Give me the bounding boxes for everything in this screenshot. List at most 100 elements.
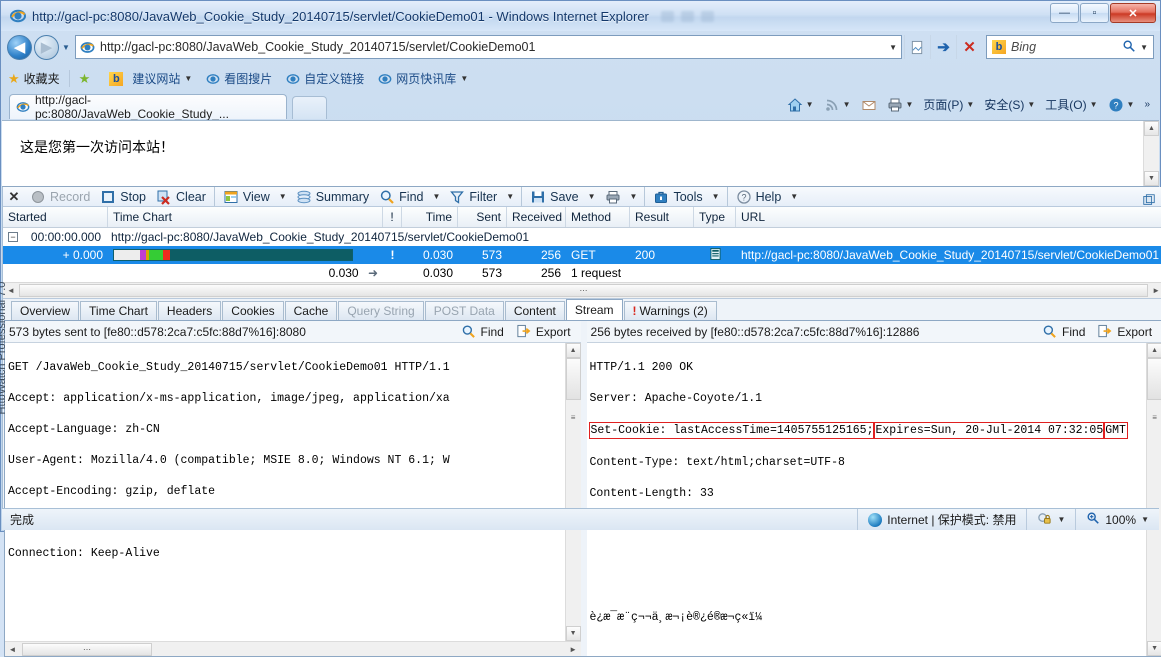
scroll-thumb[interactable]: ⋯ (22, 642, 152, 656)
chevron-down-icon[interactable]: ▼ (584, 192, 600, 201)
column-warning[interactable]: ! (383, 207, 402, 227)
recent-pages-dropdown[interactable]: ▼ (59, 43, 73, 52)
tab-warnings[interactable]: ! Warnings (2) (623, 301, 717, 320)
scroll-right-arrow[interactable]: ► (566, 645, 581, 654)
column-type[interactable]: Type (694, 207, 736, 227)
response-vertical-scrollbar[interactable]: ▲ ≡ ▼ (1146, 343, 1161, 656)
chevron-down-icon[interactable]: ▼ (1090, 100, 1098, 109)
add-to-favorites-bar-button[interactable]: ★ (72, 71, 98, 87)
chevron-down-icon[interactable]: ▼ (843, 100, 851, 109)
zoom-control[interactable]: 100% ▼ (1075, 509, 1159, 530)
close-icon[interactable]: ✕ (3, 189, 25, 205)
maximize-button[interactable]: ▫ (1080, 3, 1109, 23)
row-expander[interactable]: − (8, 232, 18, 242)
help-menu-button[interactable]: ? ▼ (1104, 95, 1139, 115)
scroll-right-arrow[interactable]: ► (1149, 286, 1161, 295)
scroll-track[interactable]: ⋯ (20, 642, 566, 656)
privacy-report-button[interactable]: ▼ (1026, 509, 1075, 530)
search-provider-caret[interactable]: ▼ (1140, 43, 1153, 52)
scroll-thumb[interactable] (1147, 358, 1161, 400)
search-icon[interactable] (1118, 39, 1140, 56)
fav-item-0[interactable]: b 建议网站 ▼ (97, 70, 199, 87)
chevron-down-icon[interactable]: ▼ (460, 74, 468, 83)
command-bar-overflow[interactable]: » (1140, 97, 1154, 112)
chevron-down-icon[interactable]: ▼ (1027, 100, 1035, 109)
chevron-down-icon[interactable]: ▼ (708, 192, 724, 201)
chevron-down-icon[interactable]: ▼ (184, 74, 192, 83)
chevron-down-icon[interactable]: ▼ (429, 192, 445, 201)
column-result[interactable]: Result (630, 207, 694, 227)
response-raw-text[interactable]: HTTP/1.1 200 OK Server: Apache-Coyote/1.… (586, 343, 1147, 656)
home-button[interactable]: ▼ (783, 95, 818, 115)
fav-item-3[interactable]: 网页快讯库 ▼ (371, 70, 475, 87)
back-button[interactable]: ◀ (7, 34, 32, 60)
tools-menu-button[interactable]: 工具(O) ▼ (1041, 94, 1101, 115)
chevron-down-icon[interactable]: ▼ (806, 100, 814, 109)
new-tab-button[interactable] (292, 96, 327, 119)
column-sent[interactable]: Sent (458, 207, 507, 227)
grid-horizontal-scrollbar[interactable]: ◄ ⋯ ► (3, 282, 1161, 298)
request-raw-text[interactable]: GET /JavaWeb_Cookie_Study_20140715/servl… (5, 343, 565, 641)
minimize-button[interactable]: — (1050, 3, 1079, 23)
print-button[interactable]: ▼ (883, 95, 918, 115)
stop-button[interactable]: Stop (95, 188, 151, 206)
view-button[interactable]: View (218, 188, 275, 206)
browser-tab[interactable]: http://gacl-pc:8080/JavaWeb_Cookie_Study… (9, 93, 287, 121)
fav-item-1[interactable]: 看图搜片 (199, 70, 279, 87)
stop-button[interactable]: ✕ (956, 35, 982, 59)
column-received[interactable]: Received (507, 207, 566, 227)
help-button[interactable]: ? Help (731, 188, 787, 206)
chevron-down-icon[interactable]: ▼ (786, 192, 802, 201)
scroll-track[interactable]: ≡ (565, 358, 581, 626)
tab-overview[interactable]: Overview (11, 301, 80, 320)
chevron-down-icon[interactable]: ▼ (275, 192, 291, 201)
chevron-down-icon[interactable]: ▼ (906, 100, 914, 109)
mail-button[interactable] (857, 95, 881, 115)
tab-time-chart[interactable]: Time Chart (80, 301, 157, 320)
scroll-down-arrow[interactable]: ▼ (1144, 171, 1159, 186)
clear-button[interactable]: Clear (151, 188, 211, 206)
scroll-thumb[interactable] (565, 358, 581, 400)
tab-content[interactable]: Content (504, 301, 565, 320)
response-export-button[interactable]: Export (1091, 324, 1158, 340)
forward-button[interactable]: ▶ (34, 34, 59, 60)
column-method[interactable]: Method (566, 207, 630, 227)
column-time[interactable]: Time (402, 207, 458, 227)
request-vertical-scrollbar[interactable]: ▲ ≡ ▼ (564, 343, 581, 641)
request-horizontal-scrollbar[interactable]: ◄ ⋯ ► (5, 641, 581, 656)
tools-button[interactable]: Tools (648, 188, 707, 206)
chevron-down-icon[interactable]: ▼ (626, 192, 642, 201)
go-button[interactable]: ➔ (930, 35, 956, 59)
find-button[interactable]: Find (374, 188, 428, 206)
feeds-button[interactable]: ▼ (820, 95, 855, 115)
tab-cache[interactable]: Cache (284, 301, 338, 320)
favorites-center-button[interactable]: ★ 收藏夹 (1, 70, 67, 87)
column-url[interactable]: URL (736, 207, 1161, 227)
chevron-down-icon[interactable]: ▼ (1057, 515, 1065, 524)
page-vertical-scrollbar[interactable]: ▲ ▼ (1143, 121, 1159, 186)
scroll-left-arrow[interactable]: ◄ (5, 645, 20, 654)
filter-button[interactable]: Filter (444, 188, 502, 206)
close-button[interactable]: ✕ (1110, 3, 1156, 23)
chevron-down-icon[interactable]: ▼ (502, 192, 518, 201)
address-dropdown-caret[interactable]: ▼ (889, 43, 897, 52)
request-find-button[interactable]: Find (455, 324, 510, 340)
column-time-chart[interactable]: Time Chart (108, 207, 383, 227)
scroll-thumb[interactable]: ⋯ (19, 284, 1149, 297)
scroll-up-arrow[interactable]: ▲ (565, 343, 581, 358)
compatibility-view-button[interactable] (904, 35, 930, 59)
search-input[interactable]: b Bing ▼ (986, 35, 1154, 59)
tab-cookies[interactable]: Cookies (222, 301, 284, 320)
tab-headers[interactable]: Headers (157, 301, 222, 320)
record-button[interactable]: Record (25, 188, 95, 206)
table-row[interactable]: + 0.000 ! 0.030 573 256 GET 200 http://g… (3, 246, 1161, 264)
address-input[interactable]: http://gacl-pc:8080/JavaWeb_Cookie_Study… (75, 35, 902, 59)
response-find-button[interactable]: Find (1036, 324, 1091, 340)
fav-item-2[interactable]: 自定义链接 (279, 70, 371, 87)
scroll-track[interactable]: ≡ (1147, 358, 1161, 641)
scroll-down-arrow[interactable]: ▼ (1147, 641, 1161, 656)
scroll-up-arrow[interactable]: ▲ (1147, 343, 1161, 358)
scroll-down-arrow[interactable]: ▼ (565, 626, 581, 641)
chevron-down-icon[interactable]: ▼ (1141, 515, 1149, 524)
tab-stream[interactable]: Stream (565, 299, 623, 320)
